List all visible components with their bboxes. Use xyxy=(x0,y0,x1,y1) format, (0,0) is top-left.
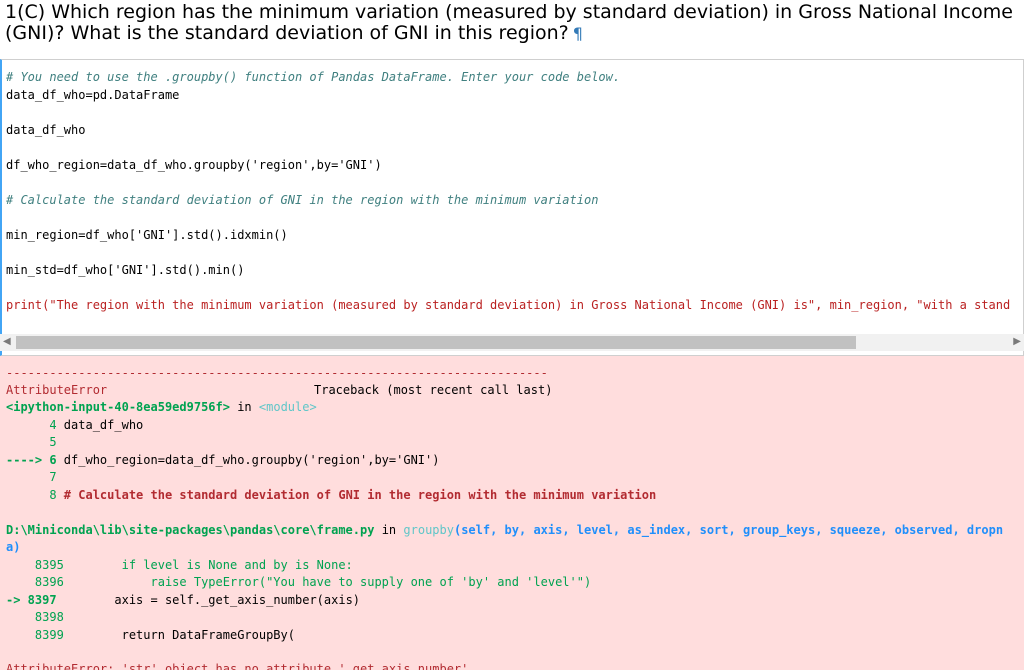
traceback-context-line: 7 xyxy=(6,470,57,484)
heading-line-2-text: (GNI)? What is the standard deviation of… xyxy=(5,22,569,44)
code-line-groupby: df_who_region=data_df_who.groupby('regio… xyxy=(6,158,382,172)
heading-line-1: 1(C) Which region has the minimum variat… xyxy=(5,1,1013,23)
traceback-label: Traceback (most recent call last) xyxy=(314,383,553,397)
error-output: ----------------------------------------… xyxy=(0,356,1024,670)
heading-line-2: (GNI)? What is the standard deviation of… xyxy=(5,23,1015,44)
code-cell[interactable]: # You need to use the .groupby() functio… xyxy=(0,59,1024,356)
code-line-df: data_df_who xyxy=(6,123,86,137)
traceback-text: ----------------------------------------… xyxy=(6,362,1003,670)
traceback-dashes: ----------------------------------------… xyxy=(6,366,548,380)
code-line-min-std: min_std=df_who['GNI'].std().min() xyxy=(6,263,245,277)
traceback-frame-line: 8396 raise TypeError("You have to supply… xyxy=(6,575,592,589)
traceback-frame-line-current: -> 8397 axis = self._get_axis_number(axi… xyxy=(6,593,361,607)
traceback-input-ref: <ipython-input-40-8ea59ed9756f> in <modu… xyxy=(6,400,317,414)
error-name: AttributeError xyxy=(6,383,108,397)
scroll-left-icon[interactable]: ◀ xyxy=(3,336,11,347)
scroll-right-icon[interactable]: ▶ xyxy=(1013,336,1021,347)
code-line-comment-2: # Calculate the standard deviation of GN… xyxy=(6,193,599,207)
traceback-frame-line: 8398 xyxy=(6,610,64,624)
traceback-file-ref-wrap: a) xyxy=(6,540,21,554)
anchor-link-icon[interactable]: ¶ xyxy=(573,24,583,43)
traceback-file-ref: D:\Miniconda\lib\site-packages\pandas\co… xyxy=(6,523,1004,537)
traceback-header: AttributeError Traceback (most recent cal… xyxy=(6,383,552,397)
traceback-frame-line: 8399 return DataFrameGroupBy( xyxy=(6,628,295,642)
scrollbar-thumb[interactable] xyxy=(16,336,856,349)
horizontal-scrollbar[interactable]: ◀ ▶ xyxy=(0,334,1024,351)
code-line-print: print("The region with the minimum varia… xyxy=(6,298,1011,312)
final-error-message: AttributeError: 'str' object has no attr… xyxy=(6,662,469,670)
traceback-context-line: 4 data_df_who xyxy=(6,418,144,432)
code-line-comment-1: # You need to use the .groupby() functio… xyxy=(6,70,621,84)
traceback-frame-line: 8395 if level is None and by is None: xyxy=(6,558,353,572)
code-line-assign-df: data_df_who=pd.DataFrame xyxy=(6,88,180,102)
traceback-context-line: 5 xyxy=(6,435,57,449)
markdown-heading: 1(C) Which region has the minimum variat… xyxy=(5,2,1015,44)
code-editor[interactable]: # You need to use the .groupby() functio… xyxy=(6,66,1010,312)
code-line-min-region: min_region=df_who['GNI'].std().idxmin() xyxy=(6,228,288,242)
traceback-context-line-current: ----> 6 df_who_region=data_df_who.groupb… xyxy=(6,453,440,467)
traceback-context-line: 8 # Calculate the standard deviation of … xyxy=(6,488,657,502)
